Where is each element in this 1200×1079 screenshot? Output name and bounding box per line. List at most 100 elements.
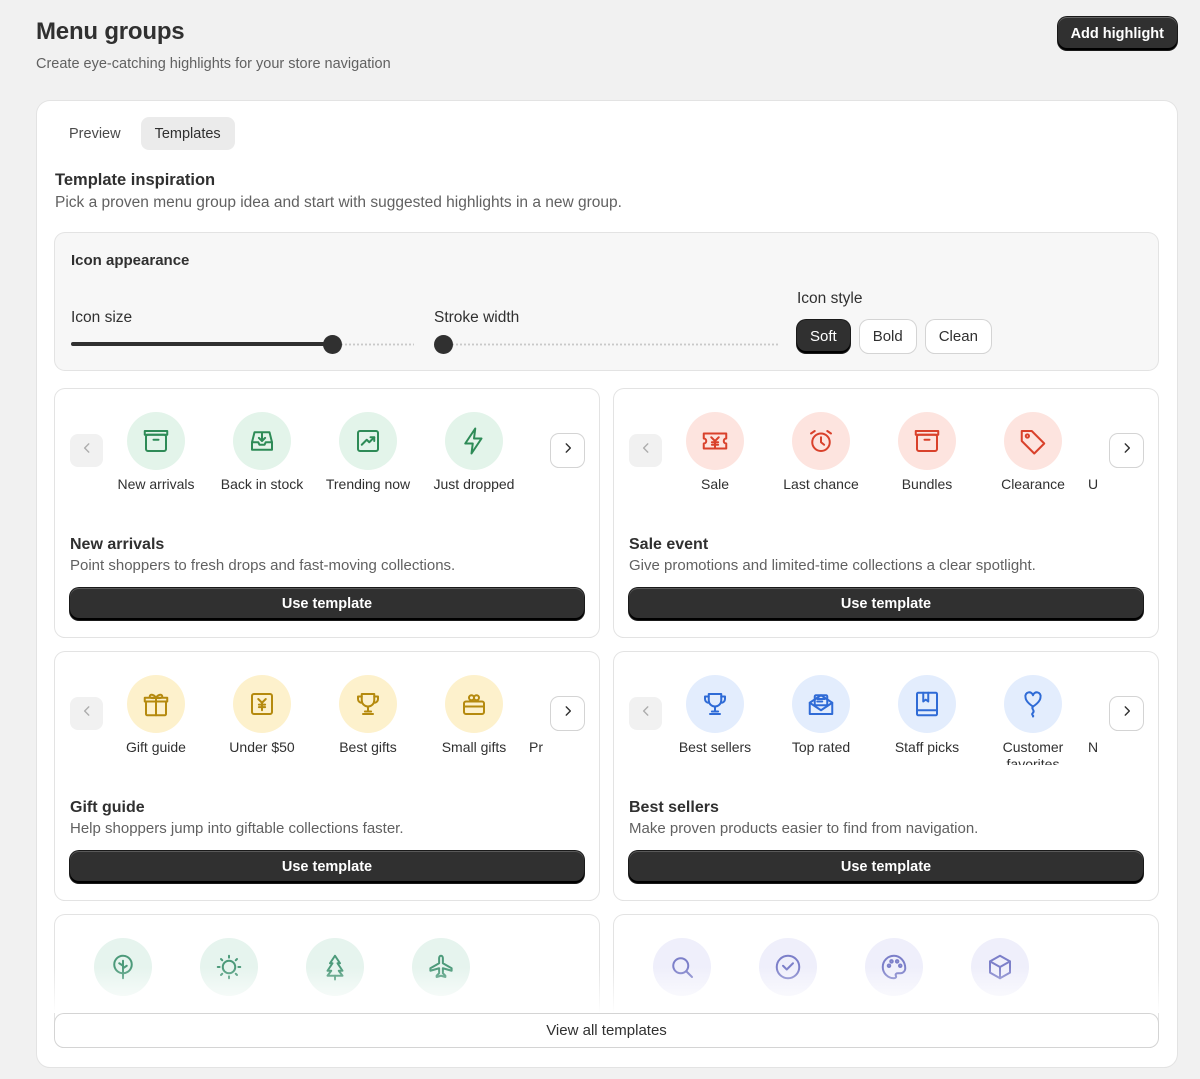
carousel-next-button[interactable] [1110,697,1143,730]
style-bold-button[interactable]: Bold [859,320,916,353]
trend-up-icon [339,412,397,470]
add-highlight-button[interactable]: Add highlight [1057,17,1177,50]
template-card: Best sellers Top rated Staff picks Customer… [614,652,1158,900]
highlight-label: Best gifts [339,739,397,755]
template-title: Gift guide [70,799,145,816]
highlight-item[interactable]: Staff picks [874,675,980,756]
hidden-icon [527,675,547,733]
highlight-item[interactable]: N [1086,675,1106,756]
highlight-item[interactable]: Under $50 [209,675,315,756]
highlight-item[interactable]: Best gifts [315,675,421,756]
view-all-templates-button[interactable]: View all templates [55,1014,1158,1047]
chevron-left-icon [80,441,94,460]
use-template-button[interactable]: Use template [629,588,1143,620]
chevron-right-icon [1120,704,1134,723]
page-header: Menu groups Create eye-catching highligh… [36,18,391,72]
highlight-label: Just dropped [433,476,515,492]
highlight-label: New arrivals [117,476,195,492]
highlight-label: Small gifts [441,739,507,755]
highlight-label: Bundles [901,476,953,492]
highlight-item[interactable]: Just dropped [421,412,527,493]
trophy-icon [339,675,397,733]
carousel-next-button[interactable] [551,697,584,730]
highlight-item[interactable]: Small gifts [421,675,527,756]
tab-preview[interactable]: Preview [55,117,135,150]
price-tag-icon [1004,412,1062,470]
highlight-label: Back in stock [220,476,304,492]
hidden-icon [1086,675,1106,733]
lightning-icon [445,412,503,470]
box-icon [898,412,956,470]
highlight-label: Customer favorites [1002,739,1064,765]
highlight-label: Top rated [791,739,851,755]
highlight-carousel: Sale Last chance Bundles Clearance U [662,412,1106,502]
slider-track [443,343,778,346]
highlight-item[interactable]: Trending now [315,412,421,493]
slider-thumb[interactable] [322,335,342,354]
highlight-label: Last chance [783,476,859,492]
use-template-button[interactable]: Use template [70,588,584,620]
trophy-icon [686,675,744,733]
template-description: Make proven products easier to find from… [629,820,979,837]
highlight-carousel: Gift guide Under $50 Best gifts Small gifts… [103,675,547,765]
highlight-label: Gift guide [126,739,186,755]
carousel-prev-button[interactable] [70,697,103,730]
stroke-width-slider[interactable] [434,334,778,354]
highlight-label: Staff picks [894,739,960,755]
highlight-carousel: New arrivals Back in stock Trending now Jus… [103,412,547,502]
highlight-item[interactable]: New arrivals [103,412,209,493]
carousel-next-button[interactable] [1110,434,1143,467]
style-soft-button[interactable]: Soft [797,320,850,353]
slider-track [331,343,414,346]
use-template-button[interactable]: Use template [629,851,1143,883]
highlight-label: Clearance [1001,476,1065,492]
carousel-prev-button[interactable] [629,434,662,467]
stroke-width-label: Stroke width [434,309,520,326]
alarm-clock-icon [792,412,850,470]
inbox-download-icon [233,412,291,470]
carousel-prev-button[interactable] [629,697,662,730]
tab-templates[interactable]: Templates [140,117,235,150]
highlight-item[interactable]: Gift guide [103,675,209,756]
section-title: Template inspiration [55,171,216,189]
highlight-item[interactable]: Back in stock [209,412,315,493]
highlight-label: N [1088,739,1099,755]
icon-size-label: Icon size [71,309,133,326]
highlight-item[interactable]: U [1086,412,1106,493]
heart-balloon-icon [1004,675,1062,733]
box-icon [127,412,185,470]
style-clean-button[interactable]: Clean [925,320,991,353]
highlight-item[interactable]: Customer favorites [980,675,1086,765]
chevron-right-icon [1120,441,1134,460]
highlight-item[interactable]: Clearance [980,412,1086,493]
carousel-next-button[interactable] [551,434,584,467]
page-subtitle: Create eye-catching highlights for your … [36,56,391,72]
chevron-left-icon [80,704,94,723]
highlight-item[interactable]: Last chance [768,412,874,493]
slider-thumb[interactable] [434,335,453,354]
highlight-label: Best sellers [678,739,752,755]
section-description: Pick a proven menu group idea and start … [55,194,622,211]
highlight-label: Sale [700,476,730,492]
use-template-button[interactable]: Use template [70,851,584,883]
highlight-carousel: Best sellers Top rated Staff picks Customer… [662,675,1106,765]
icon-appearance-title: Icon appearance [71,252,190,269]
chevron-left-icon [639,704,653,723]
highlight-item[interactable]: Bundles [874,412,980,493]
price-yen-icon [233,675,291,733]
icon-appearance-panel: Icon appearance Icon size Stroke width I… [55,233,1158,370]
gift-icon [127,675,185,733]
highlight-item[interactable]: Pr [527,675,547,756]
highlight-item[interactable]: Sale [662,412,768,493]
chevron-left-icon [639,441,653,460]
template-card: Sale Last chance Bundles Clearance U Sale eve… [614,389,1158,637]
highlight-item[interactable]: Top rated [768,675,874,756]
template-card: Gift guide Under $50 Best gifts Small gifts… [55,652,599,900]
carousel-prev-button[interactable] [70,434,103,467]
highlight-item[interactable]: Best sellers [662,675,768,756]
tab-bar: Preview Templates [55,117,235,150]
ticket-yen-icon [686,412,744,470]
highlight-label: Under $50 [229,739,295,755]
icon-size-slider[interactable] [71,334,414,354]
template-description: Help shoppers jump into giftable collect… [70,820,404,837]
